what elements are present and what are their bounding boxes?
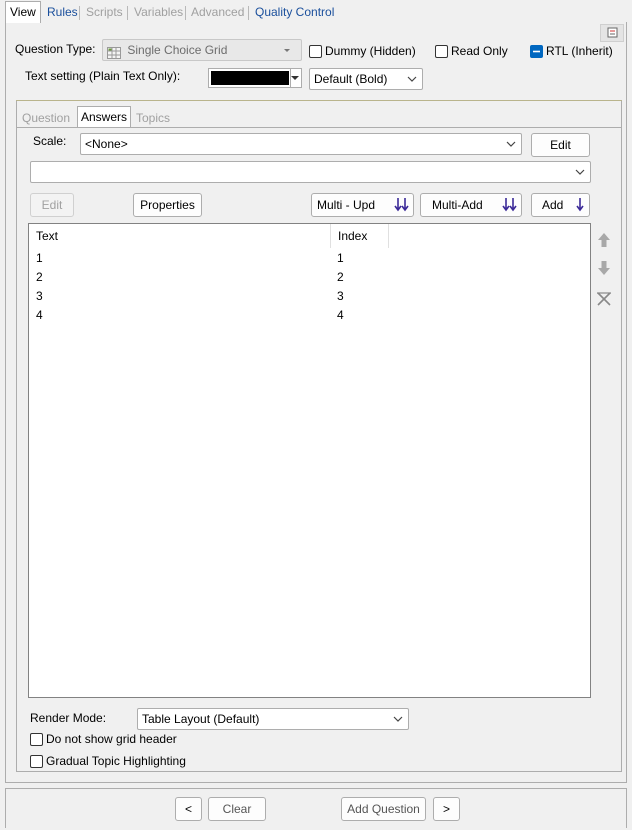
tab-rules[interactable]: Rules (43, 2, 82, 22)
render-mode-combo[interactable]: Table Layout (Default) (137, 708, 409, 730)
table-row-index[interactable]: 4 (337, 306, 344, 325)
table-row-index[interactable]: 2 (337, 268, 344, 287)
tab-separator (185, 6, 186, 20)
next-question-button[interactable]: > (433, 797, 460, 821)
bottom-toolbar (5, 788, 627, 828)
tab-scripts: Scripts (86, 5, 123, 19)
table-row-text[interactable]: 1 (36, 249, 43, 268)
dummy-label: Dummy (Hidden) (325, 44, 416, 58)
question-type-combo: Single Choice Grid (102, 39, 302, 61)
scale-combo[interactable]: <None> (80, 133, 522, 155)
column-header-index[interactable]: Index (331, 224, 389, 248)
answers-grid[interactable]: Text Index 1 1 2 2 3 3 4 4 (28, 223, 591, 698)
tab-separator (127, 6, 128, 20)
tab-advanced: Advanced (191, 5, 245, 19)
table-row-text[interactable]: 2 (36, 268, 43, 287)
delete-icon[interactable] (596, 291, 612, 307)
tab-quality-control[interactable]: Quality Control (251, 2, 338, 22)
gradual-topic-label: Gradual Topic Highlighting (46, 754, 186, 768)
panel-top-border (16, 100, 622, 101)
add-answer-button[interactable]: Add (531, 193, 590, 217)
text-setting-label: Text setting (Plain Text Only): (25, 69, 181, 83)
edit-answer-button: Edit (30, 193, 74, 217)
add-question-button[interactable]: Add Question (341, 797, 426, 821)
tab-answers[interactable]: Answers (77, 106, 132, 127)
tab-separator (79, 6, 80, 20)
rtl-checkbox[interactable] (530, 45, 543, 58)
gradual-topic-checkbox[interactable] (30, 755, 43, 768)
tab-separator (248, 6, 249, 20)
table-row-index[interactable]: 3 (337, 287, 344, 306)
question-type-label: Question Type: (15, 42, 96, 56)
render-mode-value: Table Layout (Default) (142, 712, 260, 726)
multi-add-button[interactable]: Multi-Add (420, 193, 522, 217)
tab-view[interactable]: View (5, 1, 41, 23)
no-grid-header-checkbox[interactable] (30, 733, 43, 746)
tab-topics[interactable]: Topics (133, 109, 173, 127)
tab-variables: Variables (134, 5, 184, 19)
column-header-text[interactable]: Text (29, 224, 331, 248)
chevron-down-icon (406, 69, 418, 89)
render-mode-label: Render Mode: (30, 711, 107, 725)
scale-value: <None> (85, 137, 128, 151)
font-style-combo[interactable]: Default (Bold) (309, 68, 423, 90)
move-up-icon[interactable] (596, 232, 612, 248)
chevron-down-icon (505, 134, 517, 154)
rtl-label: RTL (Inherit) (546, 44, 613, 58)
font-style-value: Default (Bold) (314, 72, 388, 86)
multi-add-label: Multi-Add (432, 198, 483, 212)
chevron-down-icon (574, 162, 586, 182)
scale-edit-button[interactable]: Edit (531, 133, 590, 157)
down-arrow-icon (576, 198, 584, 212)
double-down-arrow-icon (394, 198, 409, 212)
panel-menu-icon[interactable] (600, 24, 624, 42)
chevron-down-icon (392, 709, 404, 729)
table-row-index[interactable]: 1 (337, 249, 344, 268)
table-row-text[interactable]: 3 (36, 287, 43, 306)
scale-label: Scale: (33, 134, 67, 148)
tab-question[interactable]: Question (19, 109, 73, 127)
double-down-arrow-icon (502, 198, 517, 212)
table-row-text[interactable]: 4 (36, 306, 43, 325)
read-only-checkbox[interactable] (435, 45, 448, 58)
properties-button[interactable]: Properties (133, 193, 202, 217)
dropdown-arrow-icon (283, 40, 295, 60)
clear-button[interactable]: Clear (208, 797, 266, 821)
move-down-icon[interactable] (596, 260, 612, 276)
grid-type-icon (107, 45, 121, 59)
text-color-picker[interactable] (208, 68, 302, 88)
color-swatch (211, 71, 289, 85)
previous-question-button[interactable]: < (175, 797, 202, 821)
question-type-value: Single Choice Grid (127, 43, 228, 57)
multi-update-button[interactable]: Multi - Upd (311, 193, 414, 217)
read-only-label: Read Only (451, 44, 508, 58)
no-grid-header-label: Do not show grid header (46, 732, 177, 746)
answer-filter-combo[interactable] (30, 161, 591, 183)
multi-update-label: Multi - Upd (317, 198, 376, 212)
chevron-down-icon (291, 76, 299, 80)
dummy-checkbox[interactable] (309, 45, 322, 58)
add-answer-label: Add (542, 198, 564, 212)
